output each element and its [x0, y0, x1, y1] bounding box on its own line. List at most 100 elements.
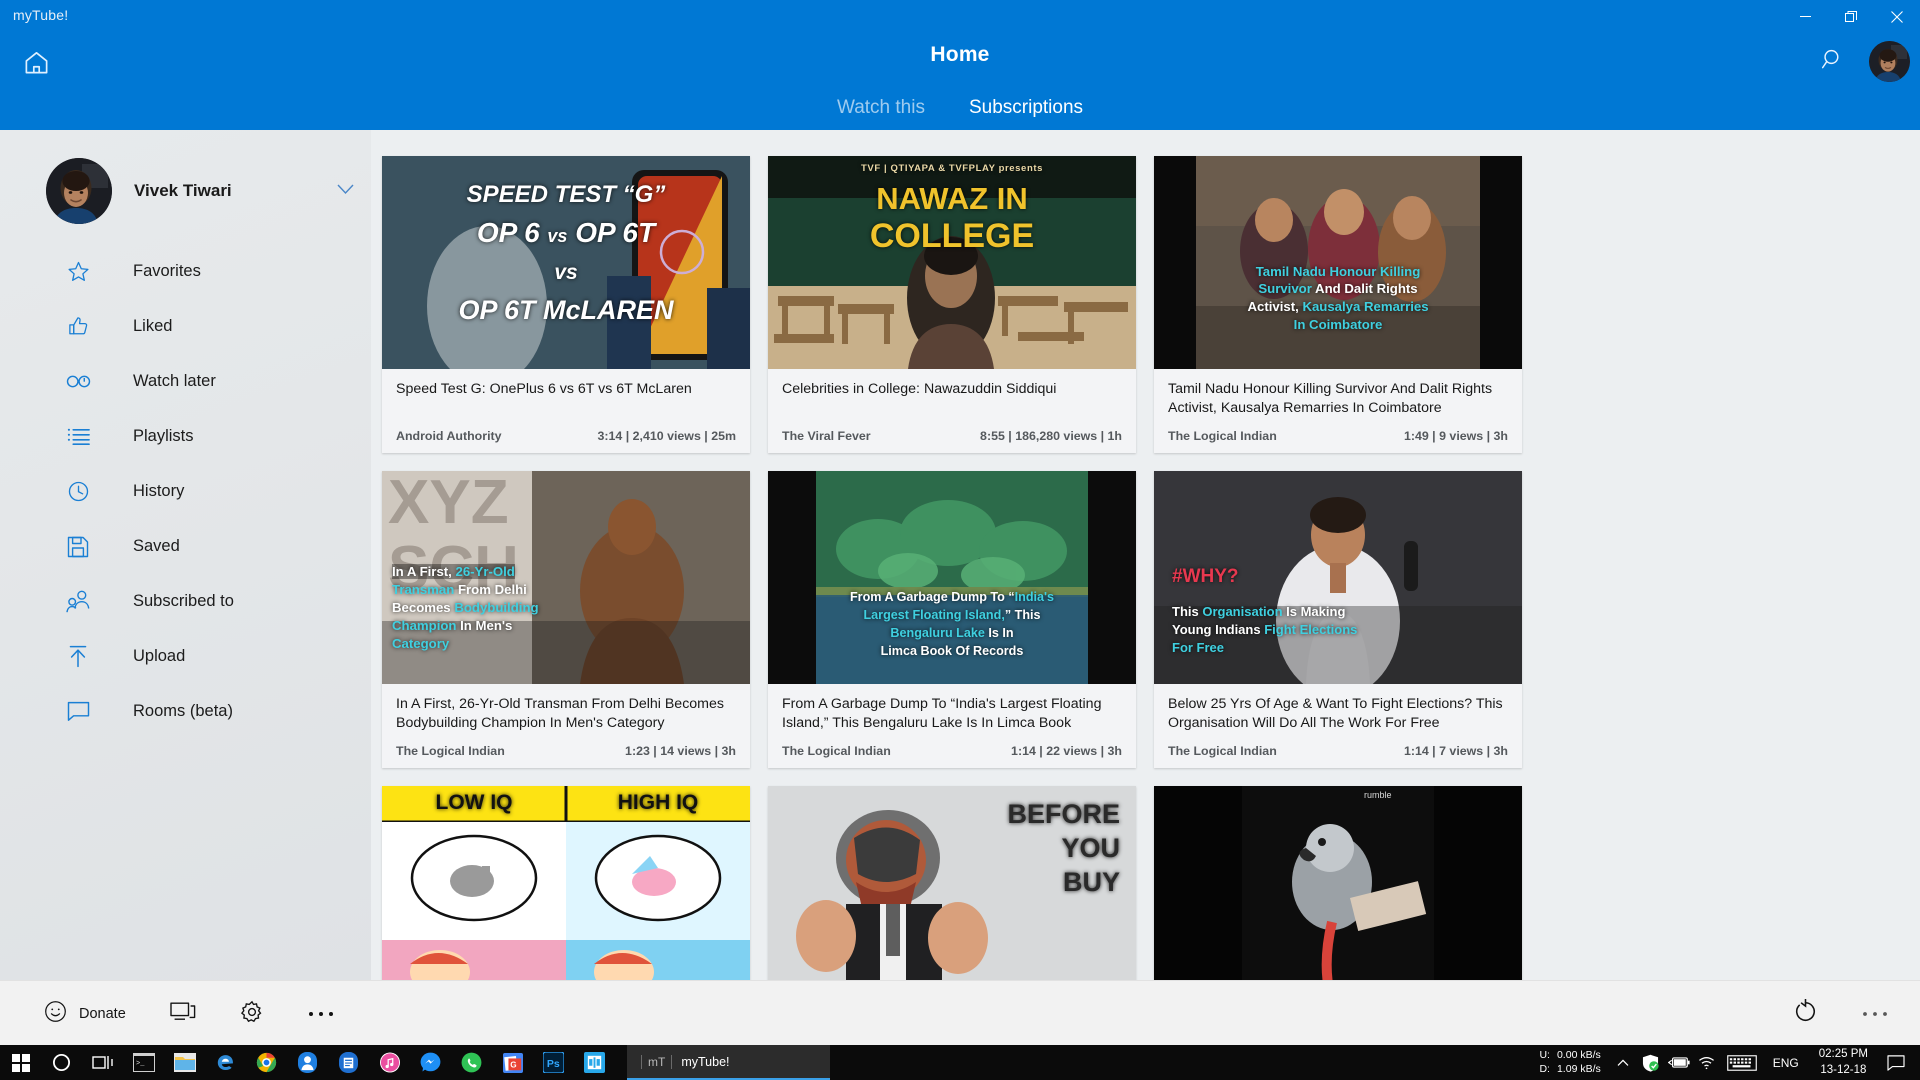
- video-title: From A Garbage Dump To “India's Largest …: [782, 696, 1102, 731]
- account-avatar-button[interactable]: [1869, 41, 1910, 82]
- video-meta: The Logical Indian 1:49 | 9 views | 3h: [1154, 429, 1522, 453]
- taskbar-icon-command-prompt[interactable]: >_: [123, 1045, 164, 1080]
- app-bar-left-actions: Donate: [22, 981, 356, 1046]
- tab-watch-this[interactable]: Watch this: [833, 95, 929, 121]
- clock-icon: [63, 477, 93, 507]
- more-options-right-button[interactable]: [1840, 981, 1910, 1046]
- sidebar-item-upload[interactable]: Upload: [0, 629, 371, 684]
- download-value: 1.09 kB/s: [1556, 1062, 1601, 1075]
- video-channel: Android Authority: [396, 429, 502, 443]
- upload-icon: [63, 642, 93, 672]
- taskbar-icon-messenger[interactable]: [410, 1045, 451, 1080]
- video-card[interactable]: LOW IQ HIGH IQ 19 Facts That'll Make You…: [382, 786, 750, 980]
- taskbar-icon-mytube[interactable]: [574, 1045, 615, 1080]
- taskbar-icon-itunes[interactable]: [369, 1045, 410, 1080]
- video-thumbnail[interactable]: rumble: [1154, 786, 1522, 980]
- video-channel: The Viral Fever: [782, 429, 871, 443]
- video-card[interactable]: TVF | QTIYAPA & TVFPLAY presents NAWAZ I…: [768, 156, 1136, 453]
- show-desktop-button[interactable]: [1914, 1045, 1920, 1080]
- sidebar-item-label: Saved: [133, 537, 180, 555]
- svg-text:G: G: [510, 1060, 516, 1069]
- avatar: [1869, 41, 1910, 82]
- video-grid-scroll[interactable]: SPEED TEST “G” OP 6 vs OP 6T vs OP 6T Mc…: [371, 130, 1920, 980]
- video-title: Below 25 Yrs Of Age & Want To Fight Elec…: [1168, 696, 1503, 731]
- video-thumbnail[interactable]: BEFORE YOU BUY: [768, 786, 1136, 980]
- network-speed-indicator[interactable]: U: D: 0.00 kB/s 1.09 kB/s: [1531, 1049, 1608, 1075]
- list-icon: [63, 422, 93, 452]
- video-thumbnail[interactable]: #WHY? This Organisation Is Making Young …: [1154, 471, 1522, 684]
- video-thumbnail[interactable]: TVF | QTIYAPA & TVFPLAY presents NAWAZ I…: [768, 156, 1136, 369]
- video-thumbnail[interactable]: From A Garbage Dump To “India's Largest …: [768, 471, 1136, 684]
- people-icon: [63, 587, 93, 617]
- taskbar-icon-file-explorer[interactable]: [164, 1045, 205, 1080]
- video-card[interactable]: BEFORE YOU BUY Insurgency: Sandstorm - B…: [768, 786, 1136, 980]
- windows-start-icon[interactable]: [0, 1045, 41, 1080]
- video-card[interactable]: #WHY? This Organisation Is Making Young …: [1154, 471, 1522, 768]
- video-thumbnail[interactable]: XYZ SCH In A First, 26-Yr-Old Transman Fr…: [382, 471, 750, 684]
- maximize-restore-button[interactable]: [1828, 0, 1874, 33]
- cortana-circle-icon[interactable]: [41, 1045, 82, 1080]
- tab-subscriptions[interactable]: Subscriptions: [965, 95, 1087, 121]
- taskbar-icon-google-news[interactable]: G: [492, 1045, 533, 1080]
- sidebar-item-liked[interactable]: Liked: [0, 299, 371, 354]
- sidebar-item-favorites[interactable]: Favorites: [0, 244, 371, 299]
- more-dots-icon: [1862, 1006, 1888, 1022]
- upload-label: U:: [1539, 1049, 1550, 1062]
- keyboard-icon[interactable]: [1721, 1045, 1763, 1080]
- donate-button[interactable]: Donate: [22, 981, 148, 1046]
- windows-defender-icon[interactable]: [1637, 1045, 1665, 1080]
- chevron-down-icon[interactable]: [337, 182, 354, 200]
- clock[interactable]: 02:25 PM 13-12-18: [1809, 1047, 1878, 1078]
- show-hidden-icons-icon[interactable]: [1609, 1045, 1637, 1080]
- video-meta: Android Authority 3:14 | 2,410 views | 2…: [382, 429, 750, 453]
- language-indicator[interactable]: ENG: [1763, 1056, 1809, 1070]
- video-thumbnail[interactable]: Tamil Nadu Honour Killing Survivor And D…: [1154, 156, 1522, 369]
- taskbar-active-window-mytube[interactable]: mT myTube!: [627, 1045, 830, 1080]
- thumbnail-image: [382, 786, 750, 980]
- cast-button[interactable]: [148, 981, 218, 1046]
- sidebar-item-rooms[interactable]: Rooms (beta): [0, 684, 371, 739]
- close-button[interactable]: [1874, 0, 1920, 33]
- settings-button[interactable]: [218, 981, 286, 1046]
- taskbar-icon-news[interactable]: [328, 1045, 369, 1080]
- video-card[interactable]: XYZ SCH In A First, 26-Yr-Old Transman Fr…: [382, 471, 750, 768]
- sidebar-item-history[interactable]: History: [0, 464, 371, 519]
- video-card[interactable]: Tamil Nadu Honour Killing Survivor And D…: [1154, 156, 1522, 453]
- video-card[interactable]: rumble: [1154, 786, 1522, 980]
- sidebar-item-watch-later[interactable]: Watch later: [0, 354, 371, 409]
- video-card[interactable]: SPEED TEST “G” OP 6 vs OP 6T vs OP 6T Mc…: [382, 156, 750, 453]
- video-meta: The Logical Indian 1:23 | 14 views | 3h: [382, 744, 750, 768]
- chat-bubble-icon: [63, 697, 93, 727]
- refresh-button[interactable]: [1771, 981, 1840, 1046]
- taskbar-icon-photoshop[interactable]: Ps: [533, 1045, 574, 1080]
- video-thumbnail[interactable]: LOW IQ HIGH IQ: [382, 786, 750, 980]
- system-tray: U: D: 0.00 kB/s 1.09 kB/s ENG 02:25 PM 1…: [1531, 1045, 1920, 1080]
- upload-value: 0.00 kB/s: [1556, 1049, 1601, 1062]
- refresh-icon: [1793, 998, 1818, 1028]
- video-stats: 1:14 | 7 views | 3h: [1403, 744, 1508, 758]
- video-channel: The Logical Indian: [1168, 744, 1277, 758]
- bottom-app-bar: Donate: [0, 980, 1920, 1045]
- action-center-icon[interactable]: [1878, 1045, 1914, 1080]
- taskbar-icon-people[interactable]: [287, 1045, 328, 1080]
- gear-icon: [240, 1000, 264, 1028]
- taskbar-icon-whatsapp[interactable]: [451, 1045, 492, 1080]
- taskbar-icon-google-chrome[interactable]: [246, 1045, 287, 1080]
- profile-row[interactable]: Vivek Tiwari: [46, 156, 354, 226]
- battery-icon[interactable]: [1665, 1045, 1693, 1080]
- wifi-icon[interactable]: [1693, 1045, 1721, 1080]
- sidebar-item-playlists[interactable]: Playlists: [0, 409, 371, 464]
- star-icon: [63, 257, 93, 287]
- video-info: Below 25 Yrs Of Age & Want To Fight Elec…: [1154, 684, 1522, 744]
- video-title: In A First, 26-Yr-Old Transman From Delh…: [396, 696, 724, 731]
- video-card[interactable]: From A Garbage Dump To “India's Largest …: [768, 471, 1136, 768]
- video-meta: The Logical Indian 1:14 | 7 views | 3h: [1154, 744, 1522, 768]
- sidebar-item-saved[interactable]: Saved: [0, 519, 371, 574]
- taskbar-icon-microsoft-edge[interactable]: [205, 1045, 246, 1080]
- sidebar-item-subscribed-to[interactable]: Subscribed to: [0, 574, 371, 629]
- minimize-button[interactable]: [1782, 0, 1828, 33]
- more-options-button[interactable]: [286, 981, 356, 1046]
- search-button[interactable]: [1813, 42, 1853, 82]
- task-view-icon[interactable]: [82, 1045, 123, 1080]
- video-thumbnail[interactable]: SPEED TEST “G” OP 6 vs OP 6T vs OP 6T Mc…: [382, 156, 750, 369]
